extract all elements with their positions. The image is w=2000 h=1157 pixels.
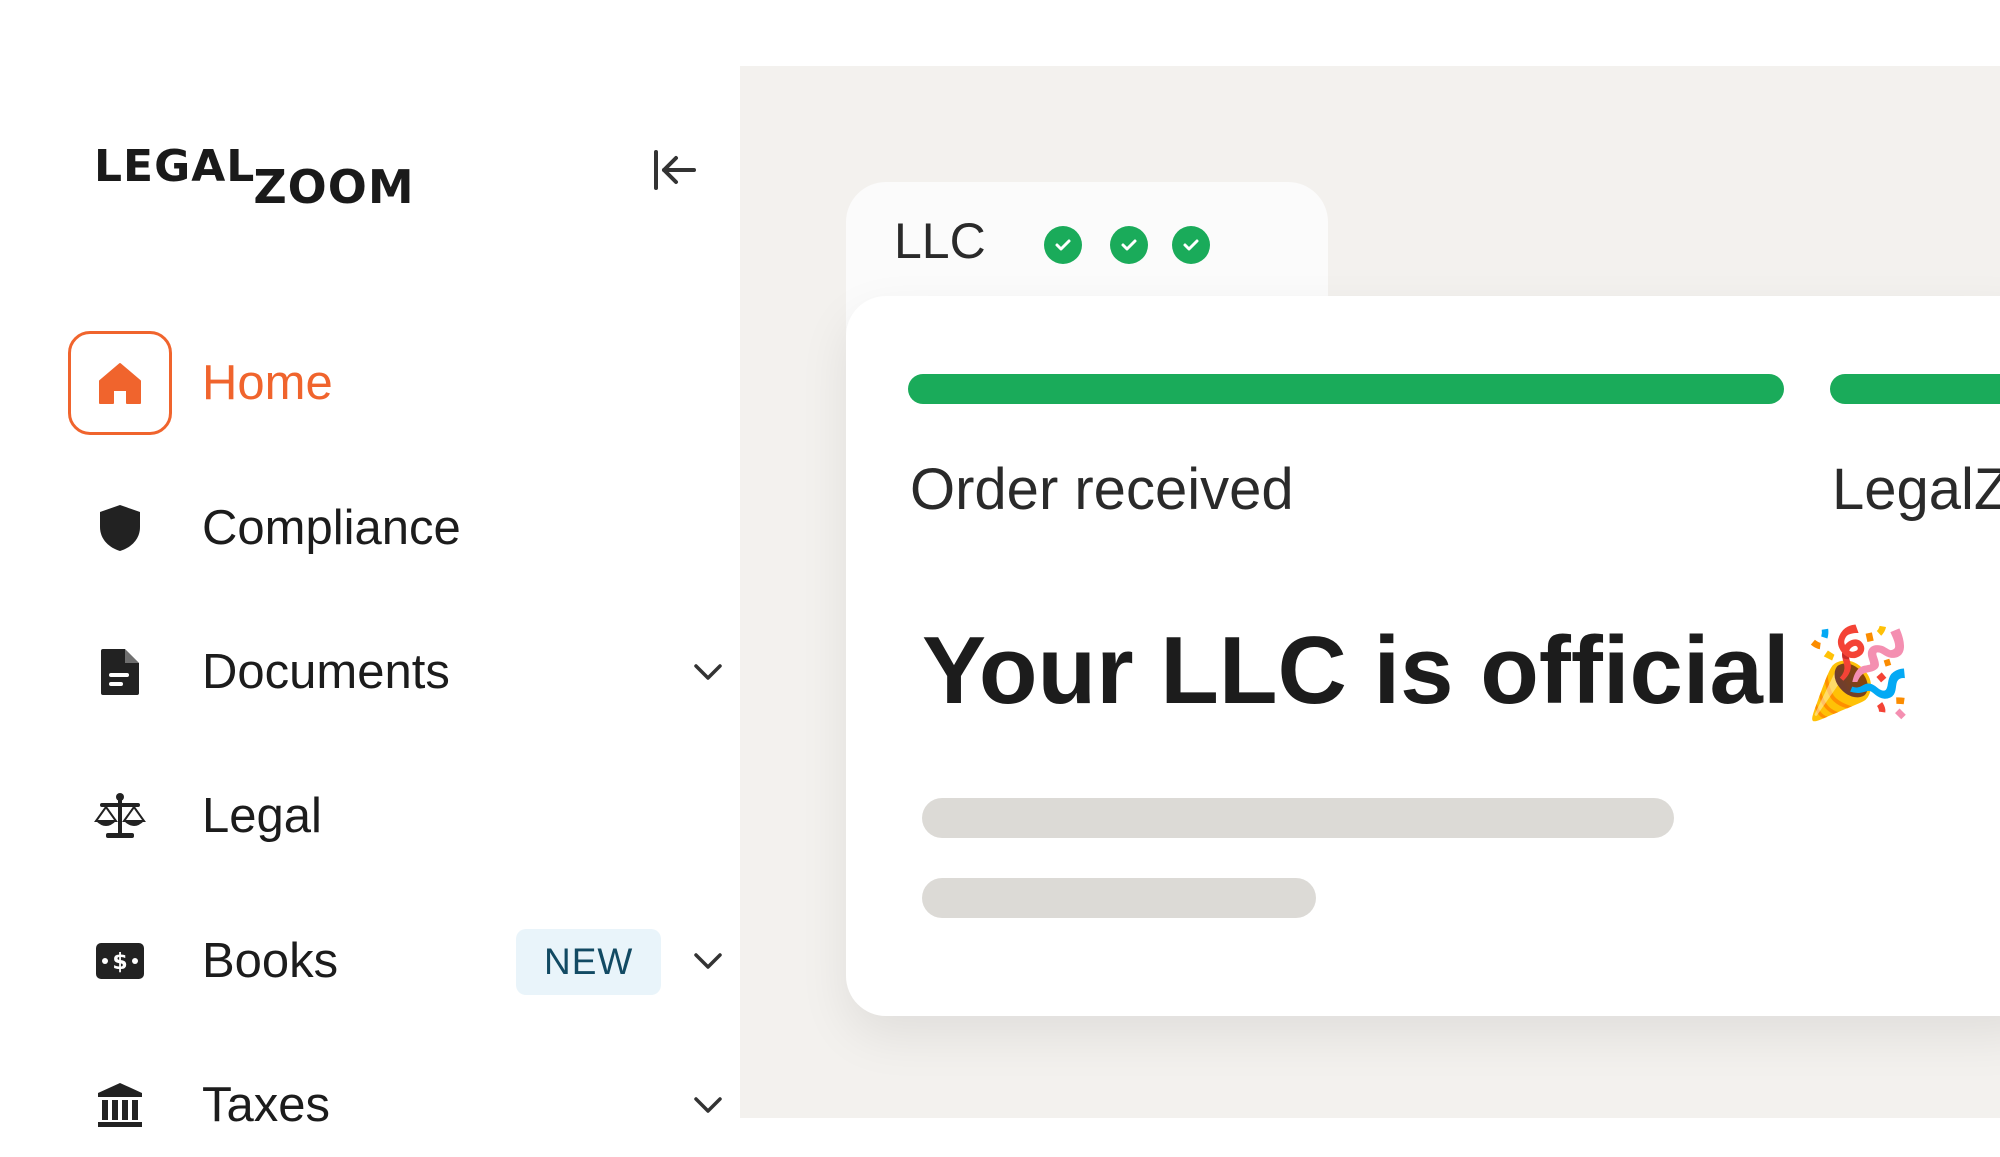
sidebar-item-label: Home bbox=[202, 356, 333, 410]
sidebar-item-compliance[interactable]: Compliance bbox=[68, 476, 728, 580]
scales-icon bbox=[94, 793, 146, 838]
check-icon bbox=[1044, 226, 1082, 264]
check-icon bbox=[1110, 226, 1148, 264]
skeleton-line bbox=[922, 798, 1674, 838]
tab-label: LLC bbox=[894, 213, 986, 269]
step-label: LegalZ bbox=[1832, 457, 2000, 522]
chevron-down-icon[interactable] bbox=[688, 1085, 728, 1125]
check-icon bbox=[1172, 226, 1210, 264]
party-popper-icon: 🎉 bbox=[1803, 621, 1914, 724]
step-progress-bar bbox=[1830, 374, 2000, 404]
document-icon bbox=[101, 649, 139, 695]
sidebar-item-documents[interactable]: Documents bbox=[68, 620, 728, 724]
headline: Your LLC is official 🎉 bbox=[922, 617, 1914, 724]
sidebar-item-legal[interactable]: Legal bbox=[68, 764, 728, 868]
sidebar-item-label: Taxes bbox=[202, 1078, 331, 1132]
llc-status-card: Order received LegalZ Your LLC is offici… bbox=[846, 296, 2000, 1016]
new-badge: NEW bbox=[516, 929, 662, 995]
sidebar-item-label: Compliance bbox=[202, 501, 461, 555]
skeleton-line bbox=[922, 878, 1316, 918]
sidebar-item-home[interactable]: Home bbox=[68, 331, 728, 435]
sidebar-item-label: Legal bbox=[202, 789, 322, 843]
step-label: Order received bbox=[910, 457, 1294, 522]
sidebar-item-label: Documents bbox=[202, 645, 450, 699]
money-icon: $ bbox=[96, 943, 144, 979]
collapse-sidebar-button[interactable] bbox=[644, 140, 704, 200]
home-icon bbox=[99, 363, 141, 404]
step-progress-bar bbox=[908, 374, 1784, 404]
chevron-down-icon[interactable] bbox=[688, 652, 728, 692]
sidebar: LEGALZOOM Home Compliance Documents Lega… bbox=[0, 0, 740, 1132]
shield-icon bbox=[100, 505, 140, 551]
sidebar-item-label: Books bbox=[202, 934, 339, 988]
sidebar-item-books[interactable]: $ Books NEW bbox=[68, 909, 728, 1013]
chevron-down-icon[interactable] bbox=[688, 941, 728, 981]
legalzoom-logo[interactable]: LEGALZOOM bbox=[94, 138, 415, 214]
collapse-left-icon bbox=[654, 150, 696, 190]
svg-text:$: $ bbox=[112, 950, 127, 975]
sidebar-item-taxes[interactable]: Taxes bbox=[68, 1053, 728, 1157]
bank-icon bbox=[98, 1083, 142, 1127]
